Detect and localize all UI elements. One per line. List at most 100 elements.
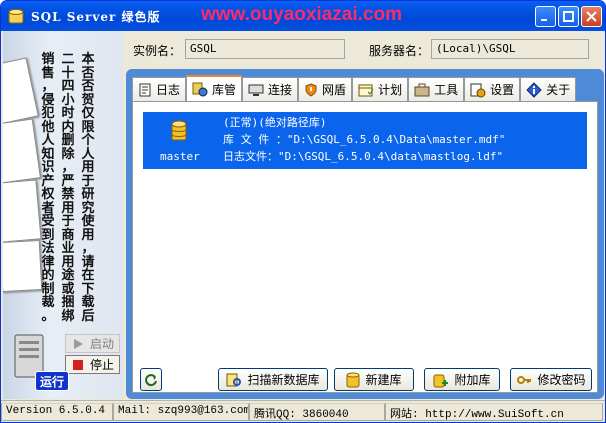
minimize-button[interactable] xyxy=(535,6,556,27)
start-service-button[interactable]: 启动 xyxy=(65,334,120,353)
server-name-field[interactable]: (Local)\GSQL xyxy=(431,39,589,59)
watermark-text: www.ouyaoxiazai.com xyxy=(201,4,402,25)
refresh-button[interactable] xyxy=(140,368,162,391)
tab-shield[interactable]: 网盾 xyxy=(298,77,353,101)
notice-char: 否 xyxy=(81,65,95,81)
notice-char: 销 xyxy=(41,52,55,67)
notice-char: 于 xyxy=(81,173,95,189)
tab-label: 日志 xyxy=(156,83,181,97)
tab-log[interactable]: 日志 xyxy=(132,77,187,101)
notice-char: 使 xyxy=(81,214,95,229)
notice-char: 究 xyxy=(81,200,95,216)
database-list-panel: master (正常)(绝对路径库) 库 文 件 ："D:\GSQL_6.5.0… xyxy=(132,101,598,393)
notice-char: 二 xyxy=(61,52,75,67)
status-version: Version 6.5.0.4 xyxy=(1,403,113,421)
password-label: 修改密码 xyxy=(537,373,586,387)
notice-char: 研 xyxy=(81,187,95,202)
database-name: master xyxy=(160,150,200,163)
notice-column-2: 二十四小时内删除，严禁用于商业用途或捆绑 xyxy=(61,53,75,323)
notice-char: 商 xyxy=(61,227,75,243)
attach-database-icon xyxy=(433,374,449,387)
notice-char: 捆 xyxy=(61,295,75,310)
database-data-file: 库 文 件 ："D:\GSQL_6.5.0.4\Data\master.mdf" xyxy=(223,133,506,146)
database-icon xyxy=(171,120,187,142)
title-bar[interactable]: SQL Server 绿色版 www.ouyaoxiazai.com xyxy=(1,1,605,31)
tab-label: 计划 xyxy=(378,83,403,97)
tab-about[interactable]: 关于 xyxy=(520,77,577,101)
server-label: 服务器名： xyxy=(369,44,430,58)
tools-icon xyxy=(414,83,430,96)
new-database-button[interactable]: 新建库 xyxy=(334,368,414,391)
tab-connection[interactable]: 连接 xyxy=(242,77,299,101)
main-window: SQL Server 绿色版 www.ouyaoxiazai.com 本否否贺仅… xyxy=(0,0,606,423)
notice-char: 识 xyxy=(41,160,55,175)
notice-char: 人 xyxy=(41,133,55,148)
attach-label: 附加库 xyxy=(454,373,491,387)
screenshot-stack-image xyxy=(3,239,43,293)
change-password-button[interactable]: 修改密码 xyxy=(510,368,592,391)
notice-char: ， xyxy=(41,79,55,94)
maximize-button[interactable] xyxy=(558,6,579,27)
notice-char: 下 xyxy=(81,281,95,297)
notice-char: 十 xyxy=(61,65,75,81)
stop-icon xyxy=(73,359,83,370)
notice-char: 业 xyxy=(61,241,75,256)
notice-char: 用 xyxy=(61,254,75,270)
notice-char: 犯 xyxy=(41,106,55,121)
close-button[interactable] xyxy=(581,6,602,27)
tab-label: 网盾 xyxy=(322,83,347,97)
notice-char: 本 xyxy=(81,52,95,67)
close-icon xyxy=(586,11,597,22)
tab-label: 连接 xyxy=(268,83,293,97)
status-qq: 腾讯QQ: 3860040 xyxy=(249,403,385,421)
scan-database-button[interactable]: 扫描新数据库 xyxy=(218,368,328,391)
notice-char: 到 xyxy=(41,227,55,243)
tab-label: 关于 xyxy=(546,83,571,97)
schedule-icon xyxy=(358,84,374,96)
instance-form: 实例名： GSQL 服务器名： (Local)\GSQL xyxy=(125,37,605,65)
screenshot-stack-image xyxy=(3,57,39,125)
tab-schedule[interactable]: 计划 xyxy=(352,77,409,101)
database-list-item[interactable]: master (正常)(绝对路径库) 库 文 件 ："D:\GSQL_6.5.0… xyxy=(143,112,587,169)
attach-database-button[interactable]: 附加库 xyxy=(424,368,500,391)
status-website: 网站: http://www.SuiSoft.cn xyxy=(385,403,603,421)
scan-icon xyxy=(226,373,242,386)
shield-icon xyxy=(305,82,317,97)
notice-column-1: 本否否贺仅限个人用于研究使用，请在下载后 xyxy=(81,53,95,323)
notice-char: 或 xyxy=(61,281,75,297)
tab-database-manage[interactable]: 库管 xyxy=(186,75,243,101)
tab-label: 设置 xyxy=(490,83,515,97)
notice-char: 禁 xyxy=(61,187,75,202)
status-bar: Version 6.5.0.4 Mail: szq993@163.com 腾讯Q… xyxy=(1,400,605,422)
instance-name-field[interactable]: GSQL xyxy=(185,39,345,59)
notice-char: 后 xyxy=(81,308,95,324)
screenshot-stack-image xyxy=(3,179,42,243)
settings-icon xyxy=(470,83,486,97)
notice-char: 制 xyxy=(41,281,55,297)
notice-char: 于 xyxy=(61,214,75,229)
notice-char: 内 xyxy=(61,119,75,135)
running-status-label: 运行 xyxy=(35,371,69,391)
refresh-icon xyxy=(145,373,157,386)
start-label: 启动 xyxy=(90,337,115,351)
stop-label: 停止 xyxy=(90,358,115,372)
tab-tools[interactable]: 工具 xyxy=(408,77,465,101)
stop-service-button[interactable]: 停止 xyxy=(65,355,120,374)
connection-icon xyxy=(248,84,264,96)
notice-char: 个 xyxy=(81,133,95,148)
left-banner-panel: 本否否贺仅限个人用于研究使用，请在下载后 二十四小时内删除，严禁用于商业用途或捆… xyxy=(3,31,123,399)
app-database-icon xyxy=(7,7,25,25)
play-icon xyxy=(74,338,83,349)
notice-char: 限 xyxy=(81,119,95,135)
tab-bar: 日志 库管 连接 网盾 计划 工具 设置 关于 xyxy=(132,75,577,101)
tab-settings[interactable]: 设置 xyxy=(464,77,521,101)
notice-char: 删 xyxy=(61,133,75,148)
tab-label: 工具 xyxy=(434,83,459,97)
notice-char: 知 xyxy=(41,146,55,162)
maximize-icon xyxy=(563,11,574,22)
notice-char: 受 xyxy=(41,214,55,229)
notice-char: 贺 xyxy=(81,92,95,108)
action-button-bar: 扫描新数据库 新建库 附加库 修改密码 xyxy=(132,365,598,393)
notice-char: 除 xyxy=(61,146,75,162)
notice-char: 否 xyxy=(81,79,95,94)
